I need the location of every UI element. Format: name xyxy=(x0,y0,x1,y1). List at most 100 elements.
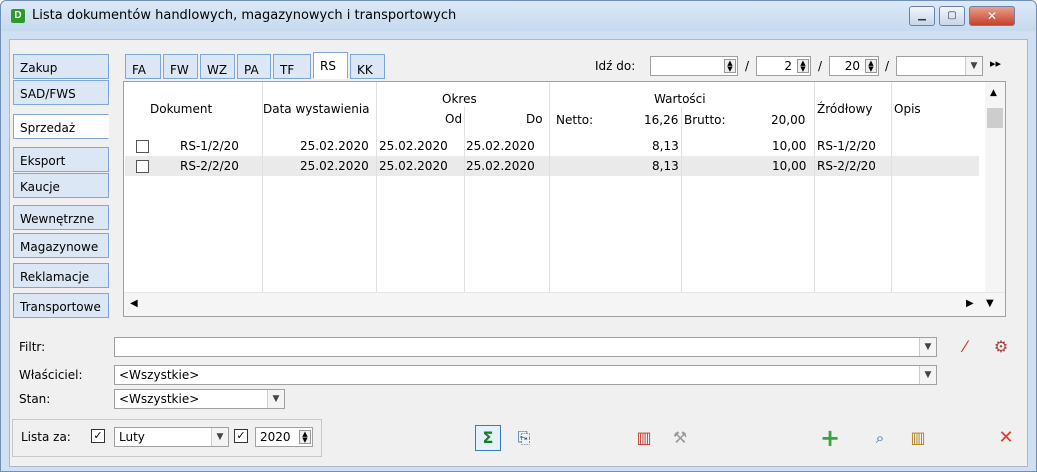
year-spinner[interactable]: 2020 ▲ ▼ xyxy=(255,427,313,447)
vertical-scrollbar[interactable]: ▲ xyxy=(985,82,1005,292)
cell-data: 25.02.2020 xyxy=(300,139,369,153)
goto-last-icon[interactable]: ▸▸ xyxy=(990,57,1001,70)
doc-tab-3[interactable]: PA xyxy=(237,54,271,79)
trash-icon[interactable]: ▥ xyxy=(905,425,931,451)
header-okres: Okres xyxy=(442,92,477,106)
column-divider xyxy=(814,82,815,292)
side-tab-6[interactable]: Magazynowe xyxy=(13,233,109,258)
cell-zrodlowy: RS-1/2/20 xyxy=(817,139,876,153)
scroll-down-icon[interactable]: ▼ xyxy=(986,298,994,309)
column-divider xyxy=(681,107,682,292)
row-checkbox[interactable] xyxy=(136,140,149,153)
side-tab-8[interactable]: Transportowe xyxy=(13,293,109,318)
filter-builder-icon[interactable]: ⚙ xyxy=(988,334,1014,360)
month-select[interactable]: Luty ▼ xyxy=(114,427,229,447)
wlasciciel-label: Właściciel: xyxy=(19,368,83,382)
search-icon[interactable]: ⌕ xyxy=(867,425,893,451)
documents-grid: Dokument Data wystawienia Okres Od Do Wa… xyxy=(123,81,1006,317)
sigma-icon[interactable]: Σ xyxy=(475,425,501,451)
cell-od: 25.02.2020 xyxy=(379,139,448,153)
maximize-button[interactable]: ▢ xyxy=(939,6,965,26)
column-divider xyxy=(376,82,377,292)
cell-brutto: 10,00 xyxy=(772,159,807,173)
header-opis[interactable]: Opis xyxy=(894,102,921,116)
goto-label: Idź do: xyxy=(595,59,636,73)
side-tab-5[interactable]: Wewnętrzne xyxy=(13,205,109,230)
chevron-down-icon[interactable]: ▼ xyxy=(267,390,284,408)
wlasciciel-select[interactable]: <Wszystkie> ▼ xyxy=(114,365,937,385)
header-brutto-label: Brutto: xyxy=(684,113,726,127)
chevron-down-icon[interactable]: ▼ xyxy=(211,428,228,446)
side-tab-4[interactable]: Kaucje xyxy=(13,173,109,198)
goto-separator: / xyxy=(818,59,823,73)
cell-od: 25.02.2020 xyxy=(379,159,448,173)
column-divider xyxy=(549,82,550,292)
filtr-label: Filtr: xyxy=(19,340,46,354)
goto-separator: / xyxy=(885,59,890,73)
cell-do: 25.02.2020 xyxy=(466,159,535,173)
cell-data: 25.02.2020 xyxy=(300,159,369,173)
filtr-input[interactable]: ▼ xyxy=(114,337,937,357)
cell-dokument: RS-2/2/20 xyxy=(180,159,239,173)
goto-separator: / xyxy=(745,59,750,73)
chevron-down-icon[interactable]: ▼ xyxy=(919,366,936,384)
main-window: D Lista dokumentów handlowych, magazynow… xyxy=(0,0,1037,472)
horizontal-scrollbar[interactable]: ◀ ▶ ▼ xyxy=(124,292,1005,316)
header-do[interactable]: Do xyxy=(526,112,543,126)
goto-field-3[interactable]: 20 ▲ ▼ xyxy=(829,56,879,76)
goto-field-2[interactable]: 2 ▲ ▼ xyxy=(756,56,811,76)
side-tab-1[interactable]: SAD/FWS xyxy=(13,80,109,105)
stan-label: Stan: xyxy=(19,392,51,406)
cell-brutto: 10,00 xyxy=(772,139,807,153)
doc-tab-5[interactable]: RS xyxy=(313,52,348,79)
doc-tab-0[interactable]: FA xyxy=(125,54,161,79)
header-dokument[interactable]: Dokument xyxy=(150,102,212,116)
tools-icon[interactable]: ⚒ xyxy=(667,425,693,451)
header-netto-total: 16,26 xyxy=(644,113,679,127)
doc-tab-4[interactable]: TF xyxy=(273,54,311,79)
title-bar: D Lista dokumentów handlowych, magazynow… xyxy=(1,1,1036,31)
stan-select[interactable]: <Wszystkie> ▼ xyxy=(114,389,285,409)
close-button[interactable]: ✕ xyxy=(969,6,1015,26)
export-icon[interactable]: ⎘ xyxy=(511,425,537,451)
add-icon[interactable]: + xyxy=(817,425,843,451)
columns-icon[interactable]: ▥ xyxy=(631,425,657,451)
column-divider xyxy=(891,82,892,292)
lista-za-label: Lista za: xyxy=(21,430,71,444)
side-tab-7[interactable]: Reklamacje xyxy=(13,263,109,288)
side-tab-2[interactable]: Sprzedaż xyxy=(13,114,109,139)
header-zrodlowy[interactable]: Źródłowy xyxy=(817,102,873,116)
header-wartosci: Wartości xyxy=(654,92,706,106)
cell-dokument: RS-1/2/20 xyxy=(180,139,239,153)
goto-combo[interactable]: ▼ xyxy=(896,56,983,76)
scroll-right-icon[interactable]: ▶ xyxy=(966,298,974,309)
doc-tab-6[interactable]: KK xyxy=(350,54,385,79)
chevron-down-icon[interactable]: ▼ xyxy=(965,57,982,75)
side-tab-3[interactable]: Eksport xyxy=(13,147,109,172)
row-checkbox[interactable] xyxy=(136,160,149,173)
app-icon: D xyxy=(11,9,25,23)
header-brutto-total: 20,00 xyxy=(771,113,806,127)
cell-do: 25.02.2020 xyxy=(466,139,535,153)
close-window-icon[interactable]: ✕ xyxy=(993,425,1019,451)
side-tab-0[interactable]: Zakup xyxy=(13,54,109,79)
header-od[interactable]: Od xyxy=(445,112,462,126)
cell-netto: 8,13 xyxy=(652,159,679,173)
doc-tab-2[interactable]: WZ xyxy=(200,54,235,79)
year-checkbox[interactable]: ✓ xyxy=(234,429,248,443)
scroll-left-icon[interactable]: ◀ xyxy=(130,298,138,309)
minimize-button[interactable]: ▁ xyxy=(909,6,935,26)
scroll-up-icon[interactable]: ▲ xyxy=(990,88,997,98)
scroll-thumb[interactable] xyxy=(987,108,1003,128)
month-checkbox[interactable]: ✓ xyxy=(91,429,105,443)
doc-tab-1[interactable]: FW xyxy=(163,54,198,79)
cell-zrodlowy: RS-2/2/20 xyxy=(817,159,876,173)
clear-filter-icon[interactable]: ⁄ xyxy=(952,334,978,360)
header-data[interactable]: Data wystawienia xyxy=(263,102,370,116)
goto-field-1[interactable]: ▲ ▼ xyxy=(650,56,738,76)
cell-netto: 8,13 xyxy=(652,139,679,153)
column-divider xyxy=(464,107,465,292)
header-netto-label: Netto: xyxy=(556,113,594,127)
chevron-down-icon[interactable]: ▼ xyxy=(919,338,936,356)
window-title: Lista dokumentów handlowych, magazynowyc… xyxy=(32,8,457,23)
